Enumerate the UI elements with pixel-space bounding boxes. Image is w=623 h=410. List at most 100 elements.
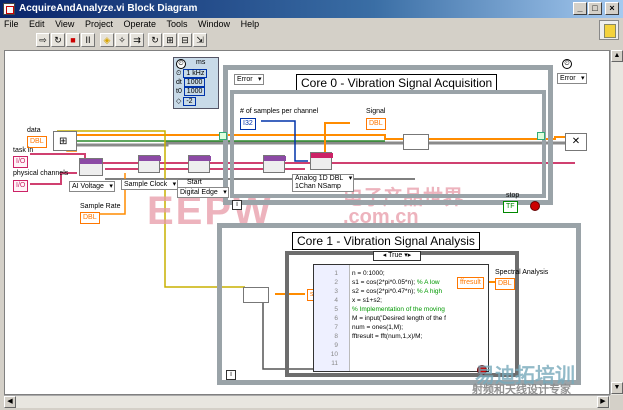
code-line: 6 M = input('Desired length of the f [314,314,446,323]
code-line: 9 [314,341,340,350]
physical-channels-label: physical channels [13,170,69,177]
task-in-control[interactable]: I/O [13,156,29,168]
code-line: 8 fftresult = fft(num,1,x)/M; [314,332,422,341]
task-in-label: task in [13,147,34,154]
scroll-right-icon[interactable]: ▶ [597,396,609,408]
clock-icon: ⏲ [176,59,186,69]
code-line: 11 [314,359,340,368]
menu-file[interactable]: File [0,18,23,29]
stop-label: stop [506,192,520,199]
stop-control[interactable]: TF [503,201,518,213]
spectral-analysis-indicator[interactable]: DBL [495,278,515,290]
daqmx-trigger-node[interactable] [188,155,211,173]
core1-title: Core 1 - Vibration Signal Analysis [292,232,480,250]
menu-project[interactable]: Project [81,18,117,29]
line-number: 2 [334,279,338,286]
spectral-analysis-label: Spectral Analysis [495,269,549,276]
menu-tools[interactable]: Tools [163,18,192,29]
physical-channels-control[interactable]: I/O [13,180,29,192]
core1-info-icon[interactable]: i [226,370,236,380]
edatop-watermark-sub: 射频和天线设计专家 [472,384,571,395]
daqmx-timing-node[interactable] [138,155,161,173]
step-out-icon[interactable]: ⊞ [163,33,177,47]
code-text: fftresult = fft(num,1,x)/M; [352,333,423,340]
block-diagram-icon [3,3,15,15]
line-number: 11 [331,360,338,367]
menu-operate[interactable]: Operate [119,18,160,29]
code-line: 7 num = ones(1,M); [314,323,403,332]
line-number: 5 [334,306,338,313]
start-label: Start [187,179,202,186]
daqmx-create-channel-node[interactable] [79,158,103,176]
highlight-execution-icon[interactable]: ◈ [100,33,114,47]
read-mode-ring[interactable]: Analog 1D DBL 1Chan NSamp [292,174,355,192]
code-line: 10 [314,350,340,359]
line-number: 4 [334,297,338,304]
close-button[interactable]: × [605,2,619,15]
stop-condition-icon [530,201,540,211]
menu-bar: File Edit View Project Operate Tools Win… [0,18,623,31]
run-arrow-icon[interactable]: ⇨ [36,33,50,47]
fft-result-terminal[interactable]: ffresult [457,277,484,289]
data-label: data [27,127,41,134]
minimize-button[interactable]: _ [573,2,587,15]
core0-error-out[interactable]: Error [557,73,587,84]
sample-rate-control[interactable]: DBL [80,212,100,224]
code-text: M = input('Desired length of the f [352,315,446,322]
daqmx-read-node[interactable] [310,152,333,170]
step-into-icon[interactable]: ⇉ [130,33,144,47]
line-number: 9 [334,342,338,349]
signal-label: Signal [366,108,386,115]
code-line: 4 x = s1+s2; [314,296,382,305]
scroll-down-icon[interactable]: ▼ [611,382,623,394]
block-diagram-canvas[interactable]: EEPW 电子产品世界 .com.cn ⏲ ms ⏲ 1 kHz dt 1000… [4,50,610,395]
core0-info-icon[interactable]: i [232,200,242,210]
sample-clock-ring[interactable]: Sample Clock [121,179,179,190]
queue-obtain-node[interactable]: ⊞ [53,131,77,151]
code-line: 5 % Implementation of the moving [314,305,444,314]
code-line: 3 s2 = cos(2*pi*0.47*n); % A high [314,287,442,296]
code-text: s1 = cos(2*pi*0.05*n); % A low [352,279,440,286]
horizontal-scrollbar[interactable]: ◀ ▶ [4,395,610,408]
code-text: num = ones(1,M); [352,324,404,331]
core0-error-in[interactable]: Error [234,74,264,85]
timing-source-node[interactable]: ⏲ ms ⏲ 1 kHz dt 1000 t0 1000 ◇ -2 [173,57,219,109]
abort-icon[interactable]: ■ [66,33,80,47]
release-queue-node[interactable]: ✕ [565,133,587,151]
line-number: 10 [330,351,338,358]
scroll-left-icon[interactable]: ◀ [4,396,16,408]
menu-window[interactable]: Window [194,18,234,29]
toolbar: ⇨ ↻ ■ II ◈ ✧ ⇉ ↻ ⊞ ⊟ ⇲ [0,31,623,49]
scroll-up-icon[interactable]: ▲ [611,50,623,62]
sample-rate-label: Sample Rate [80,203,121,210]
menu-edit[interactable]: Edit [25,18,49,29]
line-number: 3 [334,288,338,295]
align-icon[interactable]: ⊟ [178,33,192,47]
code-line: 2 s1 = cos(2*pi*0.05*n); % A low [314,278,439,287]
window-title: AcquireAndAnalyze.vi Block Diagram [19,3,198,14]
enqueue-node[interactable] [403,134,429,150]
menu-help[interactable]: Help [237,18,264,29]
timing-unit: ms [196,59,206,66]
core0-right-clock-icon: ⏲ [562,59,572,69]
retain-wire-values-icon[interactable]: ✧ [115,33,129,47]
pause-icon[interactable]: II [81,33,95,47]
trigger-ring[interactable]: Digital Edge [177,187,229,198]
daqmx-start-node[interactable] [263,155,286,173]
code-text: n = 0:1000; [352,270,385,277]
vertical-scrollbar[interactable]: ▲ ▼ [610,50,623,395]
shift-register-left [219,132,227,140]
step-over-icon[interactable]: ↻ [148,33,162,47]
samples-constant[interactable]: I32 [240,118,256,130]
maximize-button[interactable]: □ [588,2,602,15]
dequeue-node[interactable] [243,287,269,303]
distribute-icon[interactable]: ⇲ [193,33,207,47]
core0-inner-frame [230,90,546,198]
case-selector[interactable]: ◂ True ▾▸ [373,251,421,261]
run-continuously-icon[interactable]: ↻ [51,33,65,47]
code-text: x = s1+s2; [352,297,382,304]
core0-timed-loop[interactable]: Error Core 0 - Vibration Signal Acquisit… [223,65,553,213]
menu-view[interactable]: View [51,18,78,29]
signal-indicator[interactable]: DBL [366,118,386,130]
ai-voltage-ring[interactable]: AI Voltage [69,181,115,192]
